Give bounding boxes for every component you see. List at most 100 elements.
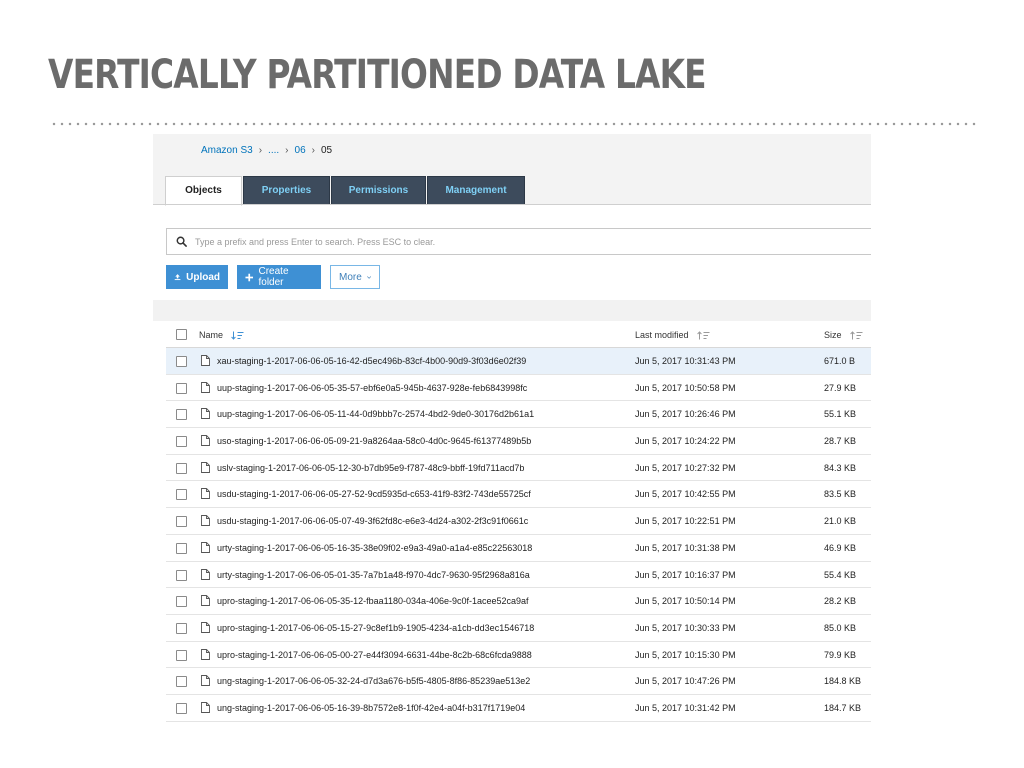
size-cell: 28.2 KB — [824, 596, 857, 607]
table-row[interactable]: uso-staging-1-2017-06-06-05-09-21-9a8264… — [166, 428, 871, 455]
table-header-row: Name Last modified Size — [166, 321, 871, 348]
file-icon — [201, 675, 210, 687]
tab-management[interactable]: Management — [427, 176, 525, 205]
file-icon — [201, 595, 210, 607]
row-checkbox[interactable] — [176, 569, 187, 581]
plus-icon — [245, 273, 254, 281]
create-folder-label: Create folder — [258, 266, 289, 288]
size-cell: 21.0 KB — [824, 516, 857, 527]
file-icon — [201, 461, 210, 473]
upload-label: Upload — [186, 271, 220, 283]
object-name-link[interactable]: usdu-staging-1-2017-06-06-05-07-49-3f62f… — [217, 516, 528, 526]
last-modified-cell: Jun 5, 2017 10:47:26 PM — [635, 676, 736, 687]
breadcrumb-current: 05 — [320, 145, 333, 156]
object-name-link[interactable]: uup-staging-1-2017-06-06-05-35-57-ebf6e0… — [217, 383, 527, 393]
row-checkbox[interactable] — [176, 436, 187, 448]
column-name-label: Name — [199, 330, 224, 340]
column-name-header[interactable]: Name — [199, 330, 245, 340]
more-label: More — [339, 271, 362, 283]
row-checkbox[interactable] — [176, 382, 187, 394]
object-name-link[interactable]: uslv-staging-1-2017-06-06-05-12-30-b7db9… — [217, 463, 524, 473]
object-name-link[interactable]: usdu-staging-1-2017-06-06-05-27-52-9cd59… — [217, 489, 531, 499]
breadcrumb-amazon-s3[interactable]: Amazon S3 — [201, 145, 253, 157]
file-icon — [201, 701, 210, 713]
upload-button[interactable]: Upload — [166, 265, 228, 289]
row-checkbox[interactable] — [176, 489, 187, 501]
chevron-down-icon — [366, 275, 371, 279]
object-name-link[interactable]: xau-staging-1-2017-06-06-05-16-42-d5ec49… — [217, 356, 526, 366]
column-last-modified-label: Last modified — [635, 330, 689, 340]
object-name-link[interactable]: uup-staging-1-2017-06-06-05-11-44-0d9bbb… — [217, 409, 534, 419]
table-row[interactable]: urty-staging-1-2017-06-06-05-01-35-7a7b1… — [166, 562, 871, 589]
toolbar: Upload Create folder More — [166, 265, 380, 289]
table-row[interactable]: usdu-staging-1-2017-06-06-05-07-49-3f62f… — [166, 508, 871, 535]
size-cell: 55.1 KB — [824, 409, 857, 420]
size-cell: 27.9 KB — [824, 382, 857, 393]
table-row[interactable]: uup-staging-1-2017-06-06-05-11-44-0d9bbb… — [166, 401, 871, 429]
row-checkbox[interactable] — [176, 676, 187, 688]
size-cell: 28.7 KB — [824, 436, 857, 447]
last-modified-cell: Jun 5, 2017 10:16:37 PM — [635, 569, 736, 580]
row-checkbox[interactable] — [176, 516, 187, 528]
column-last-modified-header[interactable]: Last modified — [635, 330, 711, 340]
row-checkbox[interactable] — [176, 702, 187, 714]
table-row[interactable]: ung-staging-1-2017-06-06-05-16-39-8b7572… — [166, 695, 871, 722]
create-folder-button[interactable]: Create folder — [237, 265, 321, 289]
object-name-link[interactable]: upro-staging-1-2017-06-06-05-00-27-e44f3… — [217, 650, 532, 660]
table-spacer — [153, 300, 871, 321]
table-row[interactable]: upro-staging-1-2017-06-06-05-00-27-e44f3… — [166, 642, 871, 669]
tab-permissions[interactable]: Permissions — [331, 176, 426, 205]
row-checkbox[interactable] — [176, 542, 187, 554]
object-name-link[interactable]: uso-staging-1-2017-06-06-05-09-21-9a8264… — [217, 436, 531, 446]
file-icon — [201, 355, 210, 366]
object-name-link[interactable]: ung-staging-1-2017-06-06-05-32-24-d7d3a6… — [217, 676, 530, 686]
table-row[interactable]: upro-staging-1-2017-06-06-05-15-27-9c8ef… — [166, 615, 871, 642]
row-checkbox[interactable] — [176, 622, 187, 634]
tab-objects[interactable]: Objects — [165, 176, 242, 206]
tab-underline — [153, 204, 871, 205]
table-row[interactable]: usdu-staging-1-2017-06-06-05-27-52-9cd59… — [166, 481, 871, 509]
column-size-header[interactable]: Size — [824, 330, 864, 340]
row-checkbox[interactable] — [176, 596, 187, 608]
sort-icon[interactable] — [849, 330, 864, 340]
row-checkbox[interactable] — [176, 649, 187, 661]
table-row[interactable]: uup-staging-1-2017-06-06-05-35-57-ebf6e0… — [166, 375, 871, 402]
sort-descending-icon[interactable] — [231, 331, 245, 340]
tab-properties[interactable]: Properties — [243, 176, 330, 205]
last-modified-cell: Jun 5, 2017 10:24:22 PM — [635, 436, 736, 447]
more-button[interactable]: More — [330, 265, 380, 289]
file-icon — [201, 515, 210, 527]
object-name-link[interactable]: urty-staging-1-2017-06-06-05-01-35-7a7b1… — [217, 570, 530, 580]
row-checkbox[interactable] — [176, 356, 187, 367]
search-box[interactable]: Type a prefix and press Enter to search.… — [166, 228, 871, 255]
last-modified-cell: Jun 5, 2017 10:30:33 PM — [635, 622, 736, 633]
size-cell: 184.8 KB — [824, 676, 862, 687]
breadcrumb-separator-icon: › — [258, 145, 263, 156]
file-icon — [201, 621, 210, 633]
objects-table: Name Last modified Size xau-staging-1-20… — [166, 321, 871, 722]
size-cell: 85.0 KB — [824, 622, 857, 633]
table-row[interactable]: urty-staging-1-2017-06-06-05-16-35-38e09… — [166, 535, 871, 562]
table-body: xau-staging-1-2017-06-06-05-16-42-d5ec49… — [166, 348, 871, 722]
table-row[interactable]: ung-staging-1-2017-06-06-05-32-24-d7d3a6… — [166, 668, 871, 695]
size-cell: 46.9 KB — [824, 542, 857, 553]
size-cell: 79.9 KB — [824, 649, 857, 660]
sort-icon[interactable] — [696, 330, 711, 340]
row-checkbox[interactable] — [176, 409, 187, 421]
object-name-link[interactable]: ung-staging-1-2017-06-06-05-16-39-8b7572… — [217, 703, 525, 713]
last-modified-cell: Jun 5, 2017 10:15:30 PM — [635, 649, 736, 660]
select-all-checkbox[interactable] — [176, 329, 187, 340]
table-row[interactable]: upro-staging-1-2017-06-06-05-35-12-fbaa1… — [166, 588, 871, 615]
file-icon — [201, 648, 210, 660]
row-checkbox[interactable] — [176, 462, 187, 474]
last-modified-cell: Jun 5, 2017 10:26:46 PM — [635, 409, 736, 420]
object-name-link[interactable]: upro-staging-1-2017-06-06-05-35-12-fbaa1… — [217, 596, 529, 606]
breadcrumb-06[interactable]: 06 — [295, 145, 306, 157]
search-input[interactable]: Type a prefix and press Enter to search.… — [195, 237, 435, 247]
object-name-link[interactable]: urty-staging-1-2017-06-06-05-16-35-38e09… — [217, 543, 532, 553]
last-modified-cell: Jun 5, 2017 10:31:38 PM — [635, 542, 736, 553]
breadcrumb-ellipsis[interactable]: .... — [268, 145, 279, 157]
table-row[interactable]: uslv-staging-1-2017-06-06-05-12-30-b7db9… — [166, 455, 871, 482]
object-name-link[interactable]: upro-staging-1-2017-06-06-05-15-27-9c8ef… — [217, 623, 534, 633]
table-row[interactable]: xau-staging-1-2017-06-06-05-16-42-d5ec49… — [166, 348, 871, 375]
